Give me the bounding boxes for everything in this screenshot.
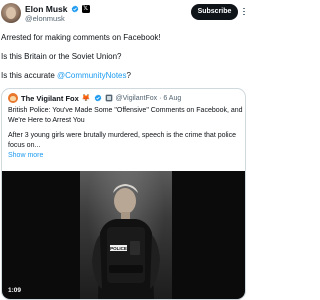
subscribe-button[interactable]: Subscribe xyxy=(191,4,238,20)
tweet-text-line: Is this accurate @CommunityNotes? xyxy=(1,71,131,81)
quoted-title-line: British Police: You've Made Some "Offens… xyxy=(8,107,243,114)
affiliate-badge-icon xyxy=(105,94,112,102)
video-player[interactable]: POLICE 1:09 xyxy=(2,171,245,299)
author-avatar[interactable] xyxy=(1,3,21,23)
fox-emoji: 🦊 xyxy=(81,95,91,102)
tweet-text-segment: Is this accurate xyxy=(1,71,58,80)
video-officer-figure: POLICE xyxy=(92,184,160,299)
quoted-handle-date[interactable]: @VigilantFox · 6 Aug xyxy=(116,95,182,102)
quoted-body-line: focus on... xyxy=(8,142,41,149)
tweet-text-line: Arrested for making comments on Facebook… xyxy=(1,33,161,42)
verified-badge-icon xyxy=(71,5,78,13)
avatar-face xyxy=(6,7,16,19)
quoted-body-line: After 3 young girls were brutally murder… xyxy=(8,132,236,139)
x-logo-icon: 𝕏 xyxy=(81,5,90,13)
author-name-row: Elon Musk 𝕏 xyxy=(25,4,90,14)
quoted-author-name[interactable]: The Vigilant Fox xyxy=(21,94,79,103)
tweet-header: Elon Musk 𝕏 @elonmusk Subscribe xyxy=(0,0,248,26)
quoted-tweet-card[interactable]: The Vigilant Fox 🦊 @VigilantFox · 6 Aug … xyxy=(1,88,246,300)
author-handle[interactable]: @elonmusk xyxy=(25,14,65,23)
tweet-text-line: Is this Britain or the Soviet Union? xyxy=(1,52,122,61)
community-notes-mention-link[interactable]: @CommunityNotes xyxy=(57,71,126,80)
verified-badge-icon xyxy=(94,94,101,102)
tweet-text-segment: ? xyxy=(126,71,131,80)
quoted-title-line: We're Here to Arrest You xyxy=(8,117,85,124)
show-more-link[interactable]: Show more xyxy=(8,151,43,161)
quoted-tweet-header: The Vigilant Fox 🦊 @VigilantFox · 6 Aug xyxy=(8,93,181,103)
quoted-author-avatar[interactable] xyxy=(8,93,18,103)
svg-text:POLICE: POLICE xyxy=(110,246,127,251)
more-options-icon[interactable] xyxy=(241,6,247,18)
video-duration: 1:09 xyxy=(8,287,22,294)
author-name[interactable]: Elon Musk xyxy=(25,4,68,14)
